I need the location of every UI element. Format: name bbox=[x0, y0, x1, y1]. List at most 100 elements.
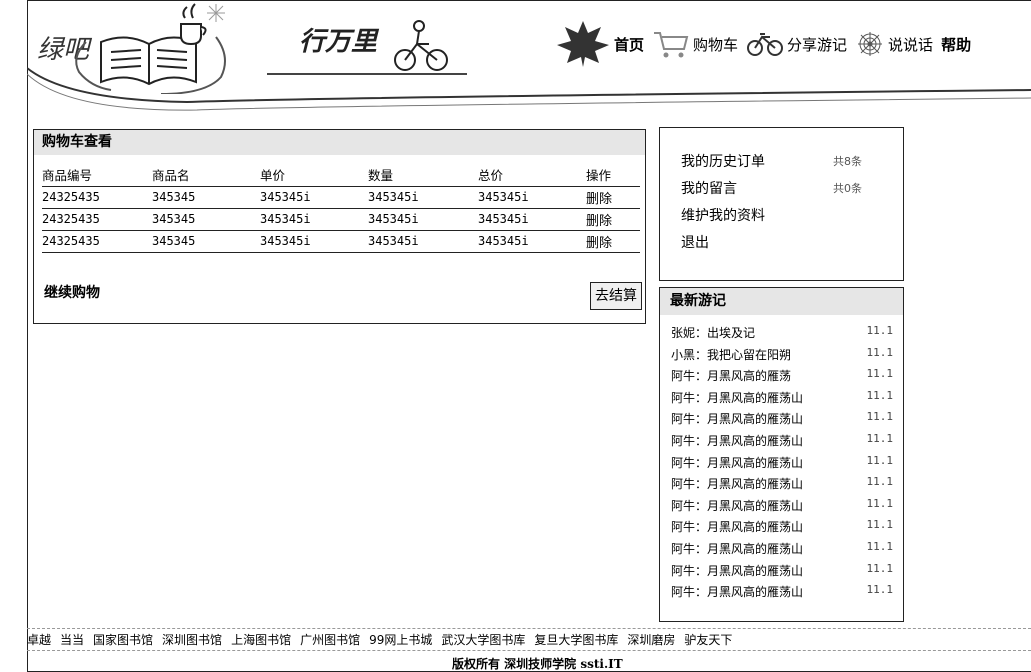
user-menu-logout[interactable]: 退出 bbox=[681, 232, 862, 259]
checkout-button[interactable]: 去结算 bbox=[590, 282, 642, 310]
list-item[interactable]: 阿牛：月黑风高的雁荡山 11.1 bbox=[671, 540, 893, 562]
user-menu-list: 我的历史订单 共8条 我的留言 共0条 维护我的资料 退出 bbox=[681, 151, 862, 259]
footer-links: 卓越 当当 国家图书馆 深圳图书馆 上海图书馆 广州图书馆 99网上书城 武汉大学图书库 复旦大… bbox=[27, 631, 741, 648]
user-menu-count: 共8条 bbox=[833, 155, 862, 168]
travel-date: 11.1 bbox=[866, 475, 894, 489]
user-menu-count: 共0条 bbox=[833, 182, 862, 195]
nav-label: 说说话 bbox=[888, 35, 934, 54]
coffee-cup-icon bbox=[180, 3, 207, 46]
cart-title: 购物车查看 bbox=[34, 130, 645, 155]
item-total: 345345i bbox=[478, 208, 586, 231]
travel-title: 阿牛：月黑风高的雁荡山 bbox=[671, 455, 804, 470]
travel-title: 阿牛：月黑风高的雁荡山 bbox=[671, 390, 804, 405]
travel-date: 11.1 bbox=[866, 496, 894, 510]
delete-link[interactable]: 删除 bbox=[586, 208, 640, 231]
slogan-text: 行万里 bbox=[299, 27, 380, 57]
user-menu-label: 退出 bbox=[681, 235, 709, 251]
travel-date: 11.1 bbox=[866, 388, 894, 402]
travel-title: 张妮：出埃及记 bbox=[671, 326, 756, 340]
footer-link[interactable]: 广州图书馆 bbox=[300, 633, 360, 647]
item-name: 345345 bbox=[152, 230, 260, 253]
nav-item-talk[interactable]: 说说话 bbox=[855, 31, 933, 57]
travel-title: 阿牛：月黑风高的雁荡山 bbox=[671, 520, 804, 535]
column-header: 数量 bbox=[368, 164, 478, 187]
column-header: 商品编号 bbox=[42, 164, 152, 187]
footer-link[interactable]: 卓越 bbox=[27, 633, 51, 647]
column-header: 操作 bbox=[586, 164, 640, 187]
copyright-text: 版权所有 深圳技师学院 ssti.IT bbox=[452, 657, 623, 671]
travel-date: 11.1 bbox=[866, 431, 894, 445]
item-name: 345345 bbox=[152, 208, 260, 231]
cart-header-row: 商品编号 商品名 单价 数量 总价 操作 bbox=[42, 164, 640, 187]
nav-item-home[interactable]: 首页 bbox=[555, 19, 644, 69]
list-item[interactable]: 阿牛：月黑风高的雁荡 11.1 bbox=[671, 367, 893, 389]
nav-label: 首页 bbox=[614, 35, 645, 54]
nav-item-help[interactable]: 帮助 bbox=[941, 34, 971, 55]
item-price: 345345i bbox=[260, 186, 368, 209]
travel-date: 11.1 bbox=[866, 410, 894, 424]
item-id: 24325435 bbox=[42, 186, 152, 209]
travel-date: 11.1 bbox=[866, 561, 894, 575]
footer-link[interactable]: 深圳图书馆 bbox=[162, 633, 222, 647]
travel-title: 阿牛：月黑风高的雁荡山 bbox=[671, 433, 804, 448]
footer-link[interactable]: 复旦大学图书库 bbox=[534, 633, 618, 647]
footer-link[interactable]: 国家图书馆 bbox=[93, 633, 153, 647]
list-item[interactable]: 阿牛：月黑风高的雁荡山 11.1 bbox=[671, 432, 893, 454]
travel-date: 11.1 bbox=[866, 345, 894, 359]
shopping-cart-icon bbox=[654, 32, 689, 58]
nav-label: 分享游记 bbox=[787, 35, 848, 54]
maple-leaf-icon bbox=[557, 21, 609, 67]
spider-web-icon bbox=[858, 32, 883, 56]
delete-link[interactable]: 删除 bbox=[586, 186, 640, 209]
nav-label: 帮助 bbox=[941, 35, 972, 54]
footer-divider bbox=[27, 650, 1031, 651]
list-item[interactable]: 阿牛：月黑风高的雁荡山 11.1 bbox=[671, 454, 893, 476]
travel-panel-title: 最新游记 bbox=[660, 288, 903, 315]
footer-link[interactable]: 当当 bbox=[60, 633, 84, 647]
list-item[interactable]: 阿牛：月黑风高的雁荡山 11.1 bbox=[671, 518, 893, 540]
item-name: 345345 bbox=[152, 186, 260, 209]
user-menu-label: 维护我的资料 bbox=[681, 208, 765, 224]
nav-label: 购物车 bbox=[693, 35, 739, 54]
item-id: 24325435 bbox=[42, 208, 152, 231]
list-item[interactable]: 阿牛：月黑风高的雁荡山 11.1 bbox=[671, 389, 893, 411]
continue-shopping-link[interactable]: 继续购物 bbox=[44, 282, 100, 302]
item-quantity: 345345i bbox=[368, 208, 478, 231]
cart-table: 商品编号 商品名 单价 数量 总价 操作 24325435 345345 345… bbox=[42, 164, 640, 253]
bicycle-icon bbox=[747, 33, 784, 56]
item-price: 345345i bbox=[260, 230, 368, 253]
footer-link[interactable]: 深圳磨房 bbox=[627, 633, 675, 647]
list-item[interactable]: 阿牛：月黑风高的雁荡山 11.1 bbox=[671, 475, 893, 497]
footer-link[interactable]: 驴友天下 bbox=[684, 633, 732, 647]
travel-date: 11.1 bbox=[866, 367, 894, 381]
footer-link[interactable]: 武汉大学图书库 bbox=[441, 633, 525, 647]
travel-title: 阿牛：月黑风高的雁荡山 bbox=[671, 498, 804, 513]
user-menu-edit-profile[interactable]: 维护我的资料 bbox=[681, 205, 862, 232]
delete-link[interactable]: 删除 bbox=[586, 230, 640, 253]
list-item[interactable]: 小黑：我把心留在阳朔 11.1 bbox=[671, 346, 893, 368]
list-item[interactable]: 张妮：出埃及记 11.1 bbox=[671, 324, 893, 346]
site-header: 绿吧 行万里 首页 购物车 分享游记 说说话 帮助 bbox=[27, 0, 1031, 120]
footer-link[interactable]: 99网上书城 bbox=[369, 633, 432, 647]
list-item[interactable]: 阿牛：月黑风高的雁荡山 11.1 bbox=[671, 497, 893, 519]
item-total: 345345i bbox=[478, 186, 586, 209]
nav-item-cart[interactable]: 购物车 bbox=[652, 29, 738, 59]
table-row: 24325435 345345 345345i 345345i 345345i … bbox=[42, 230, 640, 253]
item-quantity: 345345i bbox=[368, 186, 478, 209]
user-menu-order-history[interactable]: 我的历史订单 共8条 bbox=[681, 151, 862, 178]
user-menu-messages[interactable]: 我的留言 共0条 bbox=[681, 178, 862, 205]
nav-item-share-travel[interactable]: 分享游记 bbox=[746, 31, 847, 57]
list-item[interactable]: 阿牛：月黑风高的雁荡山 11.1 bbox=[671, 410, 893, 432]
travel-title: 阿牛：月黑风高的雁荡山 bbox=[671, 541, 804, 556]
table-row: 24325435 345345 345345i 345345i 345345i … bbox=[42, 208, 640, 231]
travel-title: 小黑：我把心留在阳朔 bbox=[671, 347, 792, 362]
list-item[interactable]: 阿牛：月黑风高的雁荡山 11.1 bbox=[671, 562, 893, 584]
list-item[interactable]: 阿牛：月黑风高的雁荡山 11.1 bbox=[671, 583, 893, 605]
travel-date: 11.1 bbox=[866, 453, 894, 467]
travel-list: 张妮：出埃及记 11.1 小黑：我把心留在阳朔 11.1 阿牛：月黑风高的雁荡 11.… bbox=[671, 324, 893, 605]
item-quantity: 345345i bbox=[368, 230, 478, 253]
user-menu-label: 我的历史订单 bbox=[681, 154, 765, 170]
item-id: 24325435 bbox=[42, 230, 152, 253]
footer-link[interactable]: 上海图书馆 bbox=[231, 633, 291, 647]
travel-date: 11.1 bbox=[866, 324, 894, 337]
